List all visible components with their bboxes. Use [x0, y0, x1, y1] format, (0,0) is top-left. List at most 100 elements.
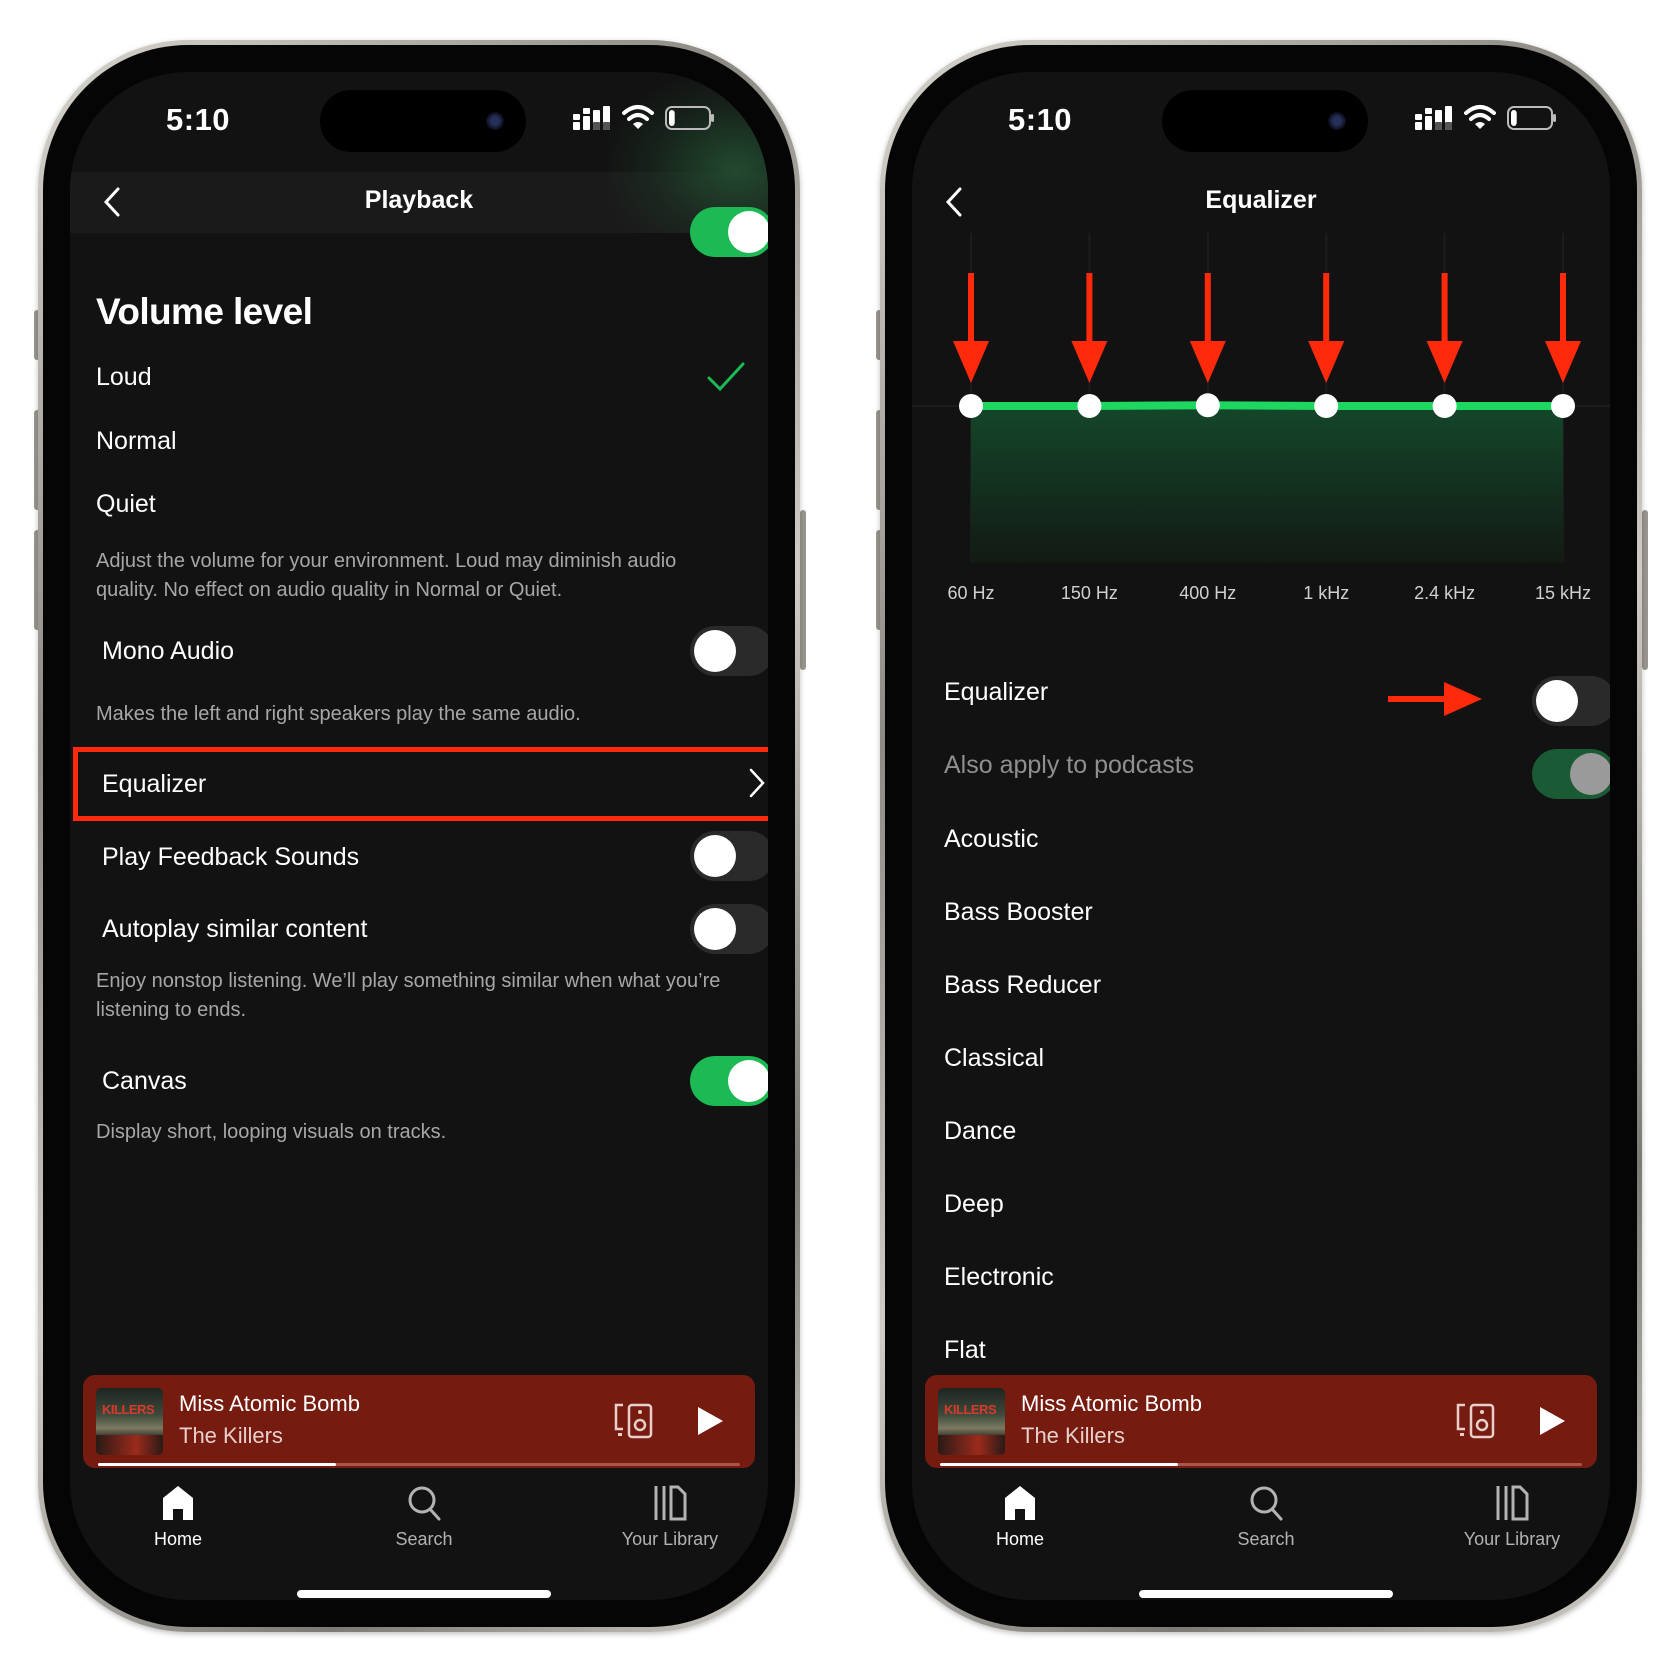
eq-band-handle[interactable] — [1314, 394, 1339, 418]
settings-content: Volume level Loud Normal Quiet Adjust th… — [70, 207, 768, 1600]
eq-band-label: 1 kHz — [1303, 583, 1349, 603]
nav-tab-home[interactable]: Home — [945, 1483, 1095, 1550]
nav-tab-your-library[interactable]: Your Library — [1437, 1483, 1587, 1550]
eq-band-handle[interactable] — [959, 394, 983, 418]
page-title: Equalizer — [1205, 186, 1317, 214]
phone-bezel: 5:10 — [43, 45, 795, 1627]
annotation-arrow-down-icon — [1308, 273, 1345, 383]
eq-band-handle[interactable] — [1195, 393, 1220, 418]
volume-description: Adjust the volume for your environment. … — [96, 550, 677, 601]
equalizer-chart[interactable]: 60 Hz 150 Hz 400 Hz 1 kHz 2.4 kHz 15 kHz — [912, 233, 1610, 633]
autoplay-label: Autoplay similar content — [102, 915, 368, 943]
chevron-right-icon[interactable] — [746, 766, 768, 800]
eq-band-handle[interactable] — [1077, 394, 1102, 418]
camera-icon — [1328, 112, 1346, 130]
preset-item[interactable]: Acoustic — [944, 825, 1038, 854]
annotation-arrow-down-icon — [1426, 273, 1463, 383]
home-icon — [1005, 1486, 1035, 1520]
track-title: Miss Atomic Bomb — [179, 1391, 360, 1416]
toggle-knob — [694, 908, 736, 950]
eq-band-label: 60 Hz — [947, 583, 994, 603]
preset-item[interactable]: Bass Booster — [944, 898, 1093, 927]
eq-band-handle[interactable] — [1432, 394, 1457, 418]
status-bar: 5:10 — [70, 72, 768, 172]
mini-player[interactable]: KILLERS Miss Atomic Bomb The Killers — [83, 1375, 755, 1468]
track-artist: The Killers — [179, 1423, 283, 1448]
eq-band-handle[interactable] — [1551, 394, 1575, 418]
library-icon — [654, 1485, 687, 1521]
equalizer-toggle[interactable] — [1532, 676, 1610, 726]
battery-icon — [1507, 106, 1556, 130]
eq-band-label: 400 Hz — [1179, 583, 1236, 603]
play-icon[interactable] — [1537, 1405, 1567, 1437]
wifi-icon — [1464, 105, 1496, 129]
canvas-toggle[interactable] — [690, 1056, 768, 1106]
playback-progress-bar[interactable] — [98, 1463, 740, 1466]
preset-item[interactable]: Bass Reducer — [944, 971, 1101, 1000]
toggle-knob — [694, 835, 736, 877]
nav-tab-your-library[interactable]: Your Library — [595, 1483, 745, 1550]
preset-item[interactable]: Deep — [944, 1190, 1004, 1219]
equalizer-fill-area — [971, 405, 1563, 563]
apply-to-podcasts-toggle[interactable] — [1532, 749, 1610, 799]
connect-device-icon[interactable] — [1455, 1401, 1497, 1441]
equalizer-toggle-label: Equalizer — [944, 678, 1049, 706]
screen: 5:10 — [70, 72, 768, 1600]
preset-item[interactable]: Flat — [944, 1336, 986, 1365]
wifi-icon — [622, 105, 654, 129]
eq-band-label: 150 Hz — [1061, 583, 1118, 603]
nav-tab-search[interactable]: Search — [1191, 1483, 1341, 1550]
mono-audio-toggle[interactable] — [690, 626, 768, 676]
equalizer-content: 60 Hz 150 Hz 400 Hz 1 kHz 2.4 kHz 15 kHz Equa… — [912, 233, 1610, 1600]
annotation-arrow-down-icon — [1189, 273, 1226, 383]
library-icon — [1496, 1485, 1529, 1521]
volume-option-normal[interactable]: Normal — [96, 427, 177, 456]
toggle-knob — [1570, 753, 1610, 795]
toggle-knob — [694, 630, 736, 672]
annotation-arrow-down-icon — [1071, 273, 1108, 383]
volume-option-loud[interactable]: Loud — [96, 363, 152, 392]
eq-band-label: 2.4 kHz — [1414, 583, 1475, 603]
play-icon[interactable] — [695, 1405, 725, 1437]
annotation-arrow-right-icon — [1388, 682, 1482, 716]
phone-power-button — [800, 510, 806, 670]
status-time: 5:10 — [1008, 102, 1073, 137]
bottom-nav: Home Search Your Library — [70, 1483, 768, 1583]
canvas-description: Display short, looping visuals on tracks… — [96, 1121, 447, 1143]
equalizer-row[interactable]: Equalizer — [102, 770, 206, 799]
previous-setting-toggle[interactable] — [690, 207, 768, 257]
mono-audio-label: Mono Audio — [102, 637, 235, 665]
nav-tab-search[interactable]: Search — [349, 1483, 499, 1550]
toggle-knob — [728, 211, 768, 253]
header-bar: Equalizer — [912, 172, 1610, 233]
bottom-nav: Home Search Your Library — [912, 1483, 1610, 1583]
preset-item[interactable]: Electronic — [944, 1263, 1054, 1292]
album-art: KILLERS — [96, 1388, 163, 1455]
cellular-signal-icon — [573, 106, 610, 130]
annotation-arrow-down-icon — [1545, 273, 1581, 383]
status-bar: 5:10 — [912, 72, 1610, 172]
connect-device-icon[interactable] — [613, 1401, 655, 1441]
playback-progress-bar[interactable] — [940, 1463, 1582, 1466]
home-indicator[interactable] — [1139, 1590, 1393, 1598]
preset-item[interactable]: Classical — [944, 1044, 1044, 1073]
preset-item[interactable]: Dance — [944, 1117, 1016, 1146]
annotation-arrow-down-icon — [953, 273, 989, 383]
home-indicator[interactable] — [297, 1590, 551, 1598]
canvas-label: Canvas — [102, 1067, 187, 1095]
autoplay-toggle[interactable] — [690, 904, 768, 954]
checkmark-icon — [707, 362, 745, 392]
volume-option-quiet[interactable]: Quiet — [96, 490, 156, 519]
playback-progress-fill — [98, 1463, 336, 1466]
search-icon — [408, 1486, 441, 1521]
toggle-knob — [1536, 680, 1578, 722]
nav-tab-home[interactable]: Home — [103, 1483, 253, 1550]
cellular-signal-icon — [1415, 106, 1452, 130]
search-icon — [1250, 1486, 1283, 1521]
play-feedback-sounds-toggle[interactable] — [690, 831, 768, 881]
header-bar: Playback — [70, 172, 768, 233]
eq-band-label: 15 kHz — [1535, 583, 1591, 603]
mini-player[interactable]: KILLERS Miss Atomic Bomb The Killers — [925, 1375, 1597, 1468]
equalizer-chart-svg: 60 Hz 150 Hz 400 Hz 1 kHz 2.4 kHz 15 kHz — [912, 233, 1610, 603]
track-artist: The Killers — [1021, 1423, 1125, 1448]
